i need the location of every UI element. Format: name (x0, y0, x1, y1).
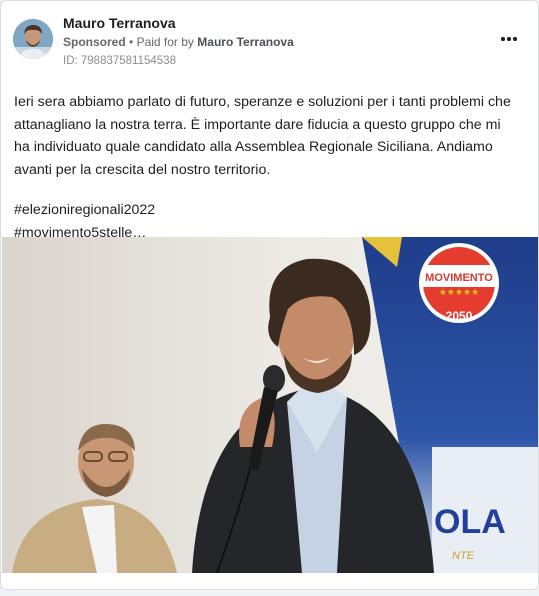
author-name[interactable]: Mauro Terranova (63, 15, 176, 31)
banner-logo-number: 2050 (446, 309, 473, 323)
paid-for-prefix: Paid for by (136, 35, 194, 49)
paid-by-name[interactable]: Mauro Terranova (197, 35, 293, 49)
ad-post-card: Mauro Terranova Sponsored • Paid for by … (0, 0, 539, 590)
post-photo[interactable]: MOVIMENTO ★★★★★ 2050 OLA NTE (2, 237, 538, 573)
banner-logo-word: MOVIMENTO (425, 272, 493, 284)
ad-id: ID: 798837581154538 (63, 55, 176, 67)
post-text: Ieri sera abbiamo parlato di futuro, spe… (14, 91, 519, 245)
separator-dot: • (129, 35, 137, 49)
svg-text:★★★★★: ★★★★★ (439, 287, 479, 297)
more-options-icon[interactable] (497, 29, 521, 49)
post-paragraph: Ieri sera abbiamo parlato di futuro, spe… (14, 94, 511, 178)
banner-bottom-small: NTE (452, 550, 475, 562)
sponsored-line: Sponsored • Paid for by Mauro Terranova (63, 35, 294, 49)
author-avatar[interactable] (13, 19, 53, 59)
hashtag-elezioni[interactable]: #elezioniregionali2022 (14, 199, 519, 222)
sponsored-label: Sponsored (63, 35, 126, 49)
banner-bottom-text: OLA (434, 503, 506, 541)
